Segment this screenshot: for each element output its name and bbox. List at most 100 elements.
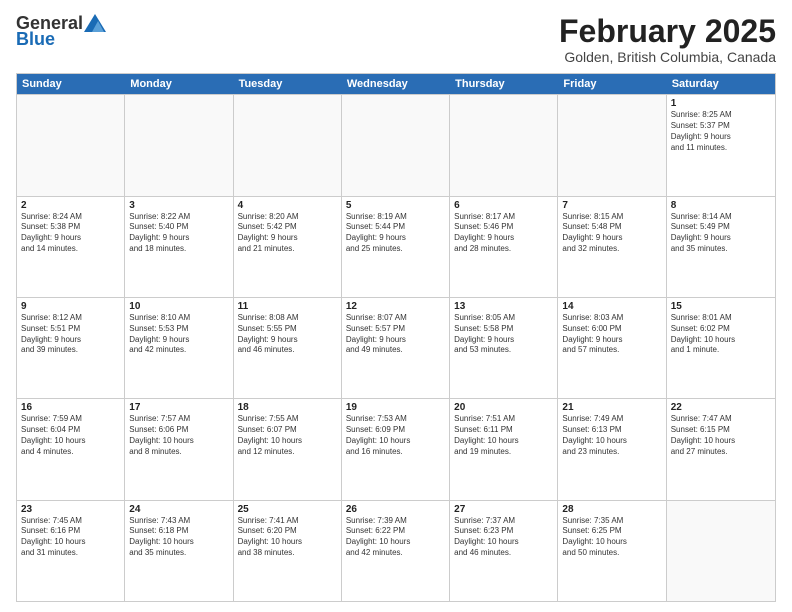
day-cell: 6Sunrise: 8:17 AM Sunset: 5:46 PM Daylig… [450, 197, 558, 297]
day-headers: SundayMondayTuesdayWednesdayThursdayFrid… [17, 74, 775, 94]
day-info: Sunrise: 7:37 AM Sunset: 6:23 PM Dayligh… [454, 516, 553, 559]
day-number: 27 [454, 504, 553, 515]
location-title: Golden, British Columbia, Canada [559, 49, 776, 65]
day-number: 25 [238, 504, 337, 515]
logo-blue-text: Blue [16, 30, 55, 48]
day-cell: 5Sunrise: 8:19 AM Sunset: 5:44 PM Daylig… [342, 197, 450, 297]
day-cell [234, 95, 342, 195]
logo: General Blue [16, 14, 106, 48]
day-info: Sunrise: 8:22 AM Sunset: 5:40 PM Dayligh… [129, 212, 228, 255]
day-cell: 10Sunrise: 8:10 AM Sunset: 5:53 PM Dayli… [125, 298, 233, 398]
day-number: 28 [562, 504, 661, 515]
day-cell [17, 95, 125, 195]
day-cell: 25Sunrise: 7:41 AM Sunset: 6:20 PM Dayli… [234, 501, 342, 601]
day-number: 19 [346, 402, 445, 413]
day-number: 16 [21, 402, 120, 413]
day-number: 2 [21, 200, 120, 211]
day-header-tuesday: Tuesday [234, 74, 342, 94]
day-cell: 13Sunrise: 8:05 AM Sunset: 5:58 PM Dayli… [450, 298, 558, 398]
day-cell [125, 95, 233, 195]
day-cell: 8Sunrise: 8:14 AM Sunset: 5:49 PM Daylig… [667, 197, 775, 297]
day-cell [667, 501, 775, 601]
day-cell: 24Sunrise: 7:43 AM Sunset: 6:18 PM Dayli… [125, 501, 233, 601]
day-info: Sunrise: 7:35 AM Sunset: 6:25 PM Dayligh… [562, 516, 661, 559]
day-info: Sunrise: 8:25 AM Sunset: 5:37 PM Dayligh… [671, 110, 771, 153]
day-number: 13 [454, 301, 553, 312]
weeks-container: 1Sunrise: 8:25 AM Sunset: 5:37 PM Daylig… [17, 94, 775, 601]
day-header-sunday: Sunday [17, 74, 125, 94]
day-number: 15 [671, 301, 771, 312]
page: General Blue February 2025 Golden, Briti… [0, 0, 792, 612]
calendar: SundayMondayTuesdayWednesdayThursdayFrid… [16, 73, 776, 602]
day-number: 9 [21, 301, 120, 312]
week-row-1: 1Sunrise: 8:25 AM Sunset: 5:37 PM Daylig… [17, 94, 775, 195]
day-number: 3 [129, 200, 228, 211]
day-info: Sunrise: 7:45 AM Sunset: 6:16 PM Dayligh… [21, 516, 120, 559]
day-cell: 4Sunrise: 8:20 AM Sunset: 5:42 PM Daylig… [234, 197, 342, 297]
day-cell [450, 95, 558, 195]
day-info: Sunrise: 8:19 AM Sunset: 5:44 PM Dayligh… [346, 212, 445, 255]
day-info: Sunrise: 7:55 AM Sunset: 6:07 PM Dayligh… [238, 414, 337, 457]
day-info: Sunrise: 7:47 AM Sunset: 6:15 PM Dayligh… [671, 414, 771, 457]
day-cell: 23Sunrise: 7:45 AM Sunset: 6:16 PM Dayli… [17, 501, 125, 601]
day-number: 8 [671, 200, 771, 211]
day-cell: 21Sunrise: 7:49 AM Sunset: 6:13 PM Dayli… [558, 399, 666, 499]
month-title: February 2025 [559, 14, 776, 49]
day-cell: 9Sunrise: 8:12 AM Sunset: 5:51 PM Daylig… [17, 298, 125, 398]
day-cell: 19Sunrise: 7:53 AM Sunset: 6:09 PM Dayli… [342, 399, 450, 499]
day-info: Sunrise: 7:43 AM Sunset: 6:18 PM Dayligh… [129, 516, 228, 559]
week-row-5: 23Sunrise: 7:45 AM Sunset: 6:16 PM Dayli… [17, 500, 775, 601]
day-cell: 27Sunrise: 7:37 AM Sunset: 6:23 PM Dayli… [450, 501, 558, 601]
day-cell: 17Sunrise: 7:57 AM Sunset: 6:06 PM Dayli… [125, 399, 233, 499]
day-cell: 20Sunrise: 7:51 AM Sunset: 6:11 PM Dayli… [450, 399, 558, 499]
day-info: Sunrise: 7:51 AM Sunset: 6:11 PM Dayligh… [454, 414, 553, 457]
day-cell: 12Sunrise: 8:07 AM Sunset: 5:57 PM Dayli… [342, 298, 450, 398]
day-info: Sunrise: 8:17 AM Sunset: 5:46 PM Dayligh… [454, 212, 553, 255]
day-info: Sunrise: 7:57 AM Sunset: 6:06 PM Dayligh… [129, 414, 228, 457]
day-number: 5 [346, 200, 445, 211]
day-cell: 18Sunrise: 7:55 AM Sunset: 6:07 PM Dayli… [234, 399, 342, 499]
day-number: 24 [129, 504, 228, 515]
day-info: Sunrise: 8:10 AM Sunset: 5:53 PM Dayligh… [129, 313, 228, 356]
day-header-wednesday: Wednesday [342, 74, 450, 94]
day-number: 4 [238, 200, 337, 211]
day-info: Sunrise: 8:05 AM Sunset: 5:58 PM Dayligh… [454, 313, 553, 356]
day-cell [558, 95, 666, 195]
logo-icon [84, 14, 106, 32]
day-number: 20 [454, 402, 553, 413]
day-cell [342, 95, 450, 195]
day-cell: 2Sunrise: 8:24 AM Sunset: 5:38 PM Daylig… [17, 197, 125, 297]
day-number: 6 [454, 200, 553, 211]
day-info: Sunrise: 8:03 AM Sunset: 6:00 PM Dayligh… [562, 313, 661, 356]
week-row-4: 16Sunrise: 7:59 AM Sunset: 6:04 PM Dayli… [17, 398, 775, 499]
week-row-3: 9Sunrise: 8:12 AM Sunset: 5:51 PM Daylig… [17, 297, 775, 398]
day-info: Sunrise: 8:15 AM Sunset: 5:48 PM Dayligh… [562, 212, 661, 255]
day-info: Sunrise: 7:59 AM Sunset: 6:04 PM Dayligh… [21, 414, 120, 457]
day-number: 7 [562, 200, 661, 211]
day-cell: 1Sunrise: 8:25 AM Sunset: 5:37 PM Daylig… [667, 95, 775, 195]
day-info: Sunrise: 8:12 AM Sunset: 5:51 PM Dayligh… [21, 313, 120, 356]
day-info: Sunrise: 7:53 AM Sunset: 6:09 PM Dayligh… [346, 414, 445, 457]
day-info: Sunrise: 8:20 AM Sunset: 5:42 PM Dayligh… [238, 212, 337, 255]
day-number: 21 [562, 402, 661, 413]
day-info: Sunrise: 7:41 AM Sunset: 6:20 PM Dayligh… [238, 516, 337, 559]
day-cell: 16Sunrise: 7:59 AM Sunset: 6:04 PM Dayli… [17, 399, 125, 499]
day-info: Sunrise: 8:01 AM Sunset: 6:02 PM Dayligh… [671, 313, 771, 356]
day-number: 14 [562, 301, 661, 312]
day-cell: 7Sunrise: 8:15 AM Sunset: 5:48 PM Daylig… [558, 197, 666, 297]
day-info: Sunrise: 7:49 AM Sunset: 6:13 PM Dayligh… [562, 414, 661, 457]
day-cell: 3Sunrise: 8:22 AM Sunset: 5:40 PM Daylig… [125, 197, 233, 297]
day-number: 1 [671, 98, 771, 109]
day-header-thursday: Thursday [450, 74, 558, 94]
day-number: 18 [238, 402, 337, 413]
day-number: 10 [129, 301, 228, 312]
day-cell: 14Sunrise: 8:03 AM Sunset: 6:00 PM Dayli… [558, 298, 666, 398]
day-number: 23 [21, 504, 120, 515]
day-cell: 22Sunrise: 7:47 AM Sunset: 6:15 PM Dayli… [667, 399, 775, 499]
day-number: 22 [671, 402, 771, 413]
day-number: 26 [346, 504, 445, 515]
day-header-friday: Friday [558, 74, 666, 94]
day-info: Sunrise: 8:14 AM Sunset: 5:49 PM Dayligh… [671, 212, 771, 255]
day-number: 17 [129, 402, 228, 413]
header: General Blue February 2025 Golden, Briti… [16, 14, 776, 65]
